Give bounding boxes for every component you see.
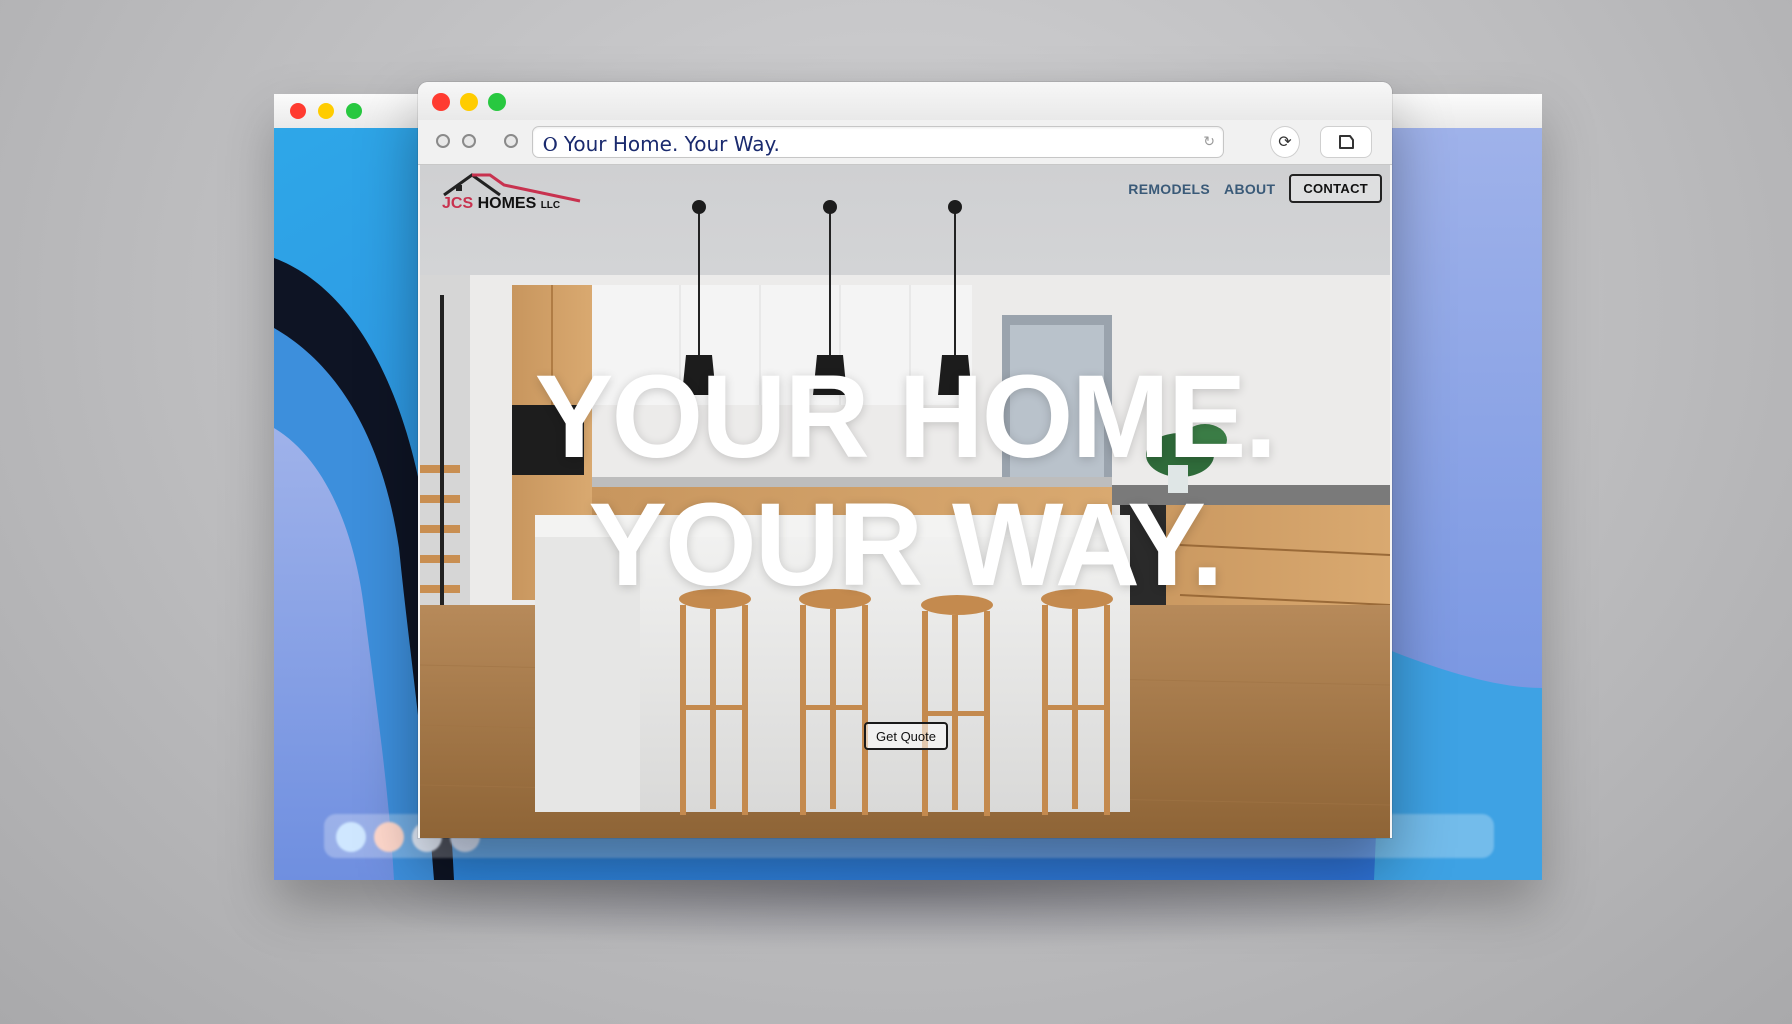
browser-window: Ⲟ Your Home. Your Way. ↻ ⟳ JCS HOMES LLC… [418,82,1392,838]
hero-headline: YOUR HOME. YOUR WAY. [420,353,1390,609]
minimize-button[interactable] [460,93,478,111]
forward-button[interactable] [462,134,476,148]
tab-icon[interactable] [1320,126,1372,158]
nav-about[interactable]: ABOUT [1224,181,1275,197]
address-bar-text: Ⲟ Your Home. Your Way. [543,132,780,156]
web-page: JCS HOMES LLC REMODELS ABOUT CONTACT YOU… [420,165,1390,838]
hero-headline-line2: YOUR WAY. [588,479,1223,611]
site-logo-text: JCS HOMES LLC [442,195,560,213]
zoom-button[interactable] [488,93,506,111]
logo-homes: HOMES [477,195,537,212]
browser-toolbar: Ⲟ Your Home. Your Way. ↻ ⟳ [418,120,1392,165]
hero-headline-line1: YOUR HOME. [534,351,1278,483]
refresh-circle-icon[interactable]: ⟳ [1270,126,1300,158]
address-bar[interactable]: Ⲟ Your Home. Your Way. ↻ [532,126,1224,158]
logo-llc: LLC [540,200,561,211]
zoom-button[interactable] [346,103,362,119]
home-button[interactable] [504,134,518,148]
close-button[interactable] [432,93,450,111]
app-icon[interactable] [374,822,404,852]
site-nav: REMODELS ABOUT CONTACT [1128,174,1382,203]
get-quote-button[interactable]: Get Quote [864,722,948,750]
nav-contact-button[interactable]: CONTACT [1289,174,1382,203]
browser-titlebar [418,82,1392,120]
minimize-button[interactable] [318,103,334,119]
back-button[interactable] [436,134,450,148]
reload-icon[interactable]: ↻ [1203,133,1215,150]
close-button[interactable] [290,103,306,119]
finder-icon[interactable] [336,822,366,852]
nav-remodels[interactable]: REMODELS [1128,181,1210,197]
logo-jcs: JCS [442,195,474,212]
